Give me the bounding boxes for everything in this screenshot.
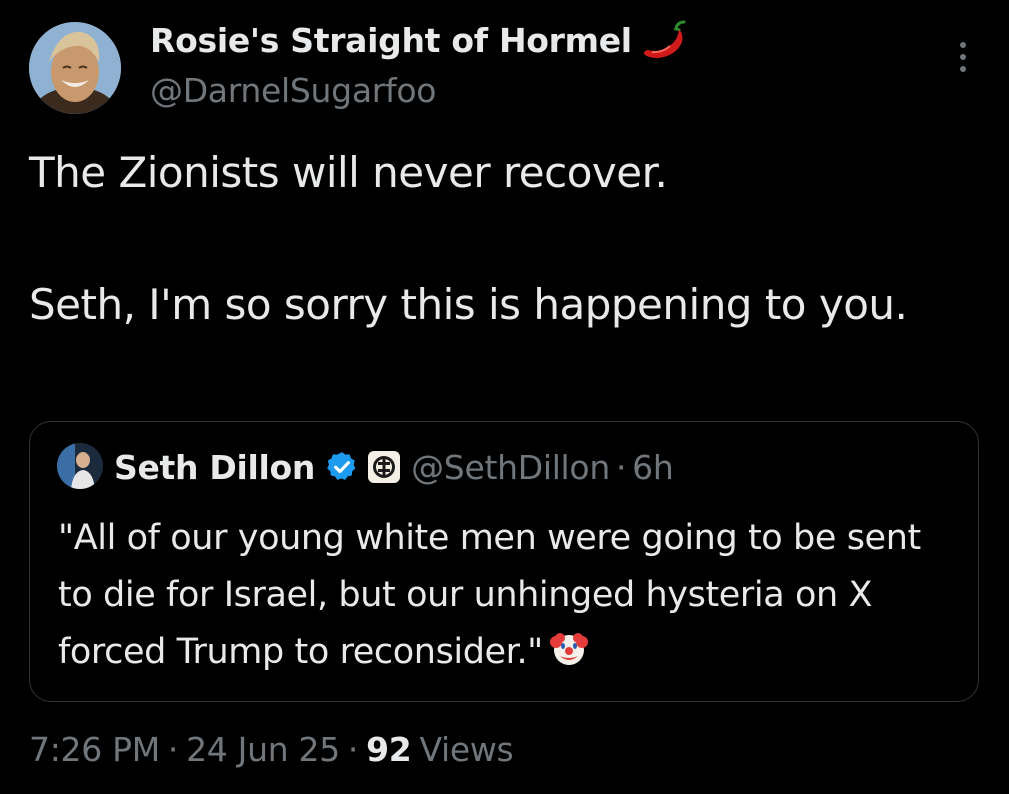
tweet-time[interactable]: 7:26 PM [29, 730, 160, 769]
quoted-tweet-card[interactable]: Seth Dillon @SethDillon · 6h "All of our… [29, 421, 979, 702]
tweet-meta: 7:26 PM · 24 Jun 25 · 92 Views [29, 725, 514, 773]
quoted-header: Seth Dillon @SethDillon · 6h [114, 444, 674, 490]
tweet-line-2: Seth, I'm so sorry this is happening to … [29, 280, 908, 329]
quoted-text-block: "All of our young white men were going t… [58, 510, 958, 681]
more-options-icon[interactable] [953, 42, 973, 78]
quoted-author-name[interactable]: Seth Dillon [114, 448, 315, 487]
tweet-line-1: The Zionists will never recover. [29, 148, 668, 197]
quoted-separator: · [615, 447, 627, 487]
views-count: 92 [366, 729, 412, 769]
meta-separator-1: · [167, 729, 179, 769]
quoted-author-handle[interactable]: @SethDillon [411, 448, 610, 487]
quoted-timestamp[interactable]: 6h [632, 448, 674, 487]
author-handle[interactable]: @DarnelSugarfoo [150, 71, 436, 110]
author-display-name[interactable]: Rosie's Straight of Hormel [150, 21, 632, 60]
author-name-row[interactable]: Rosie's Straight of Hormel [150, 18, 686, 62]
author-avatar[interactable] [29, 22, 121, 114]
tweet: Rosie's Straight of Hormel @DarnelSugarf… [0, 0, 1009, 794]
hot-pepper-icon [643, 20, 686, 58]
tweet-text: The Zionists will never recover. Seth, I… [29, 140, 979, 338]
affiliation-badge-icon [368, 451, 401, 483]
quoted-text: "All of our young white men were going t… [58, 518, 921, 672]
views-label: Views [419, 729, 514, 769]
verified-badge-icon [327, 452, 356, 480]
clown-face-icon [549, 633, 588, 665]
tweet-date[interactable]: 24 Jun 25 [186, 730, 340, 769]
meta-separator-2: · [347, 729, 359, 769]
quoted-author-avatar[interactable] [57, 443, 103, 489]
